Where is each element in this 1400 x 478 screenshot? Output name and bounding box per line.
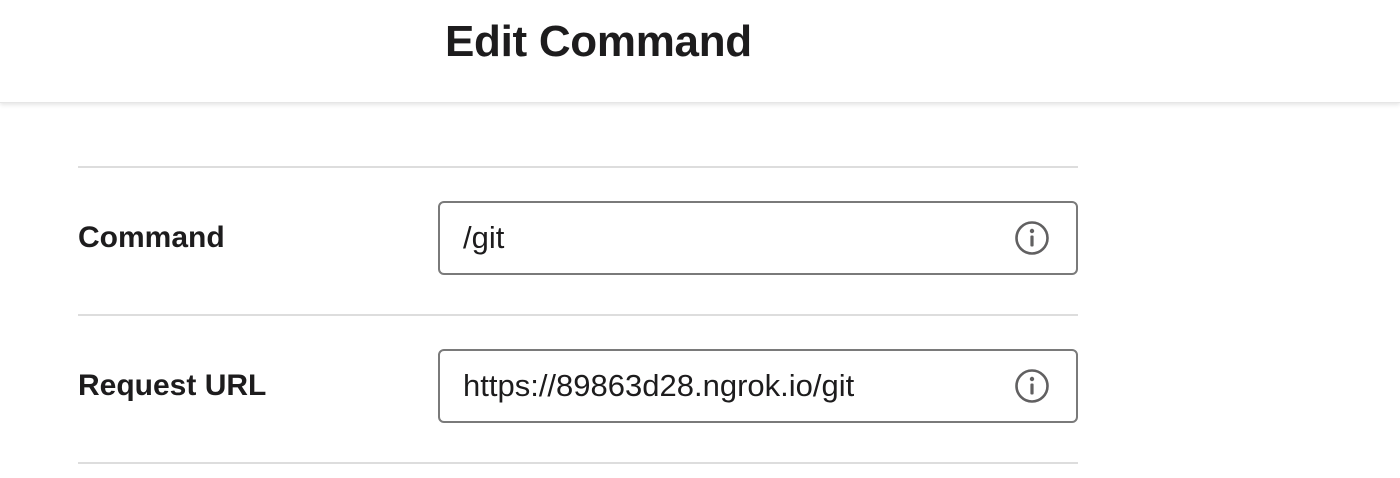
- command-row: Command: [78, 168, 1078, 314]
- command-field[interactable]: [438, 201, 1078, 275]
- request-url-input[interactable]: [463, 351, 1003, 421]
- info-icon[interactable]: [1014, 368, 1050, 404]
- request-url-label: Request URL: [78, 369, 267, 402]
- page-title: Edit Command: [445, 17, 752, 66]
- divider: [78, 462, 1078, 464]
- info-icon[interactable]: [1014, 220, 1050, 256]
- request-url-field[interactable]: [438, 349, 1078, 423]
- command-input[interactable]: [463, 203, 1003, 273]
- header-bar: Edit Command: [0, 0, 1400, 103]
- command-label: Command: [78, 221, 225, 254]
- edit-command-form: Command Request URL: [78, 166, 1078, 464]
- request-url-row: Request URL: [78, 316, 1078, 462]
